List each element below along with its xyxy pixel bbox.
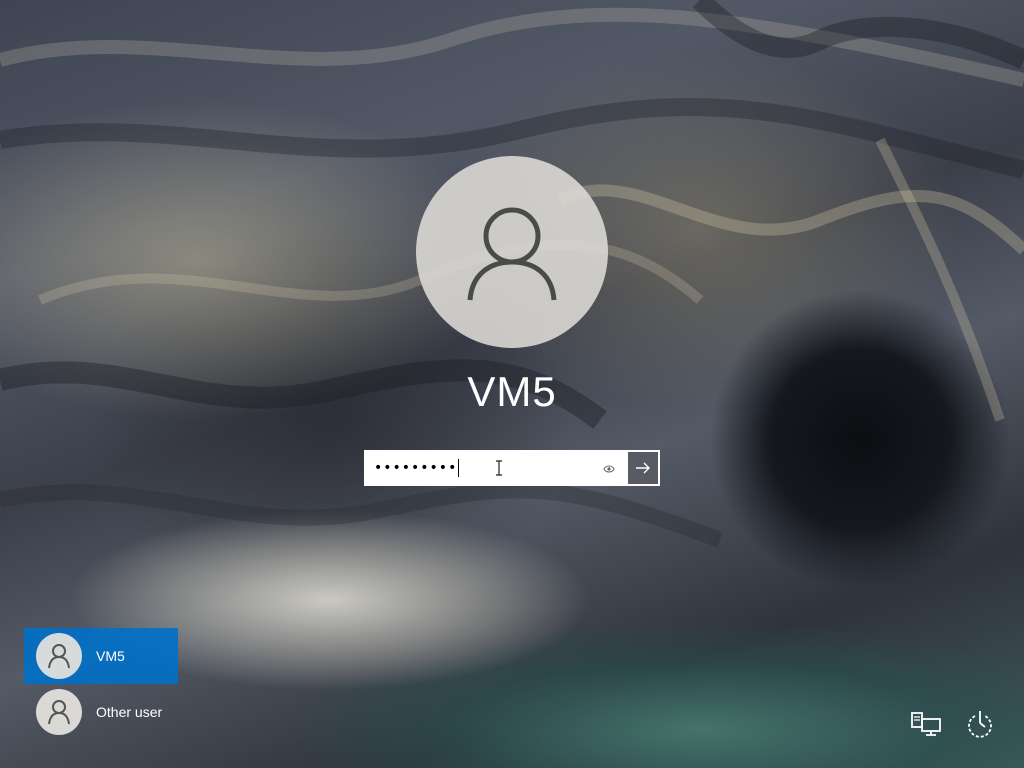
system-tray — [908, 706, 998, 742]
user-silhouette-icon — [48, 644, 70, 669]
user-avatar-small — [36, 633, 82, 679]
user-silhouette-icon — [467, 207, 557, 301]
user-item-label: VM5 — [96, 648, 125, 664]
user-switcher-list: VM5 Other user — [24, 628, 184, 740]
arrow-right-icon — [636, 462, 650, 474]
password-input[interactable]: ••••••••• — [364, 450, 628, 486]
text-caret — [458, 459, 460, 477]
user-item-label: Other user — [96, 704, 163, 720]
password-row: ••••••••• — [364, 450, 660, 486]
password-mask: ••••••••• — [374, 460, 458, 476]
user-avatar-large — [416, 156, 608, 348]
ibeam-cursor-icon — [496, 460, 502, 476]
user-avatar-small — [36, 689, 82, 735]
submit-button[interactable] — [628, 450, 660, 486]
network-icon[interactable] — [908, 706, 944, 742]
power-icon[interactable] — [962, 706, 998, 742]
user-silhouette-icon — [48, 700, 70, 725]
user-item-vm5[interactable]: VM5 — [24, 628, 178, 684]
username-title: VM5 — [467, 368, 557, 415]
user-item-other-user[interactable]: Other user — [24, 684, 178, 740]
eye-icon[interactable] — [602, 462, 616, 476]
